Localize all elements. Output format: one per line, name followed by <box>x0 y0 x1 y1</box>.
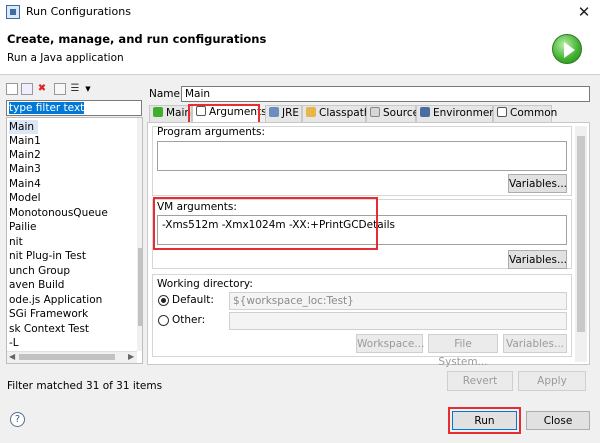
tree-item[interactable]: Main4 <box>9 177 41 191</box>
config-toolbar: ✖ ☰ ▼ <box>6 83 144 99</box>
filter-config-icon[interactable]: ☰ <box>69 83 81 95</box>
default-label: Default: <box>172 294 214 306</box>
tree-item[interactable]: MonotonousQueue <box>9 206 108 220</box>
dialog-header: Create, manage, and run configurations R… <box>0 24 600 75</box>
tab-main[interactable]: Main <box>149 105 192 122</box>
tree-item[interactable]: unch Group <box>9 264 70 278</box>
tree-horizontal-scroll-thumb[interactable] <box>19 354 115 360</box>
tab-classpath[interactable]: Classpath <box>302 105 371 122</box>
eclipse-window-icon <box>6 5 20 19</box>
help-icon[interactable]: ? <box>10 412 25 427</box>
other-label: Other: <box>172 314 206 326</box>
tree-item[interactable]: SGi Framework <box>9 307 88 321</box>
tree-item[interactable]: sk Context Test <box>9 322 89 336</box>
classpath-tab-icon <box>306 107 316 117</box>
common-tab-icon <box>497 107 507 117</box>
new-config-icon[interactable] <box>6 83 18 95</box>
filter-status: Filter matched 31 of 31 items <box>7 380 163 392</box>
scroll-right-icon[interactable]: ▶ <box>128 352 134 361</box>
tree-item[interactable]: Main3 <box>9 162 41 176</box>
directory-variables-button[interactable]: Variables... <box>503 334 567 353</box>
working-directory-label: Working directory: <box>157 278 253 290</box>
tree-item[interactable]: nit Plug-in Test <box>9 249 86 263</box>
workspace-button[interactable]: Workspace... <box>356 334 424 353</box>
header-subtitle: Run a Java application <box>7 52 124 64</box>
tree-item[interactable]: Main2 <box>9 148 41 162</box>
vm-variables-button[interactable]: Variables... <box>508 250 567 269</box>
program-arguments-field[interactable] <box>157 141 567 171</box>
tree-item[interactable]: Main1 <box>9 134 41 148</box>
tree-vertical-scroll-thumb[interactable] <box>138 248 142 326</box>
tab-jre[interactable]: JRE <box>265 105 302 122</box>
main-tab-icon <box>153 107 163 117</box>
name-label: Name: <box>149 88 184 100</box>
run-icon <box>552 34 582 64</box>
close-button[interactable]: Close <box>526 411 590 430</box>
collapse-all-icon[interactable] <box>54 83 66 95</box>
run-button[interactable]: Run <box>452 411 517 430</box>
duplicate-config-icon[interactable] <box>21 83 33 95</box>
program-variables-button[interactable]: Variables... <box>508 174 567 193</box>
tree-item[interactable]: Model <box>9 191 41 205</box>
program-arguments-label: Program arguments: <box>157 126 265 138</box>
config-tree[interactable]: Main Main1 Main2 Main3 Main4 Model Monot… <box>6 117 143 364</box>
apply-button[interactable]: Apply <box>518 371 586 391</box>
name-field[interactable]: Main <box>181 86 590 102</box>
filter-text: type filter text <box>9 102 85 114</box>
other-directory-field <box>229 312 567 330</box>
delete-config-icon[interactable]: ✖ <box>36 83 48 95</box>
filter-input[interactable]: type filter text <box>6 100 142 116</box>
tree-item[interactable]: aven Build <box>9 278 64 292</box>
file-system-button[interactable]: File System... <box>428 334 498 368</box>
revert-button[interactable]: Revert <box>447 371 513 391</box>
tab-source[interactable]: Source <box>366 105 419 122</box>
vm-arguments-highlight <box>153 197 378 250</box>
tree-item[interactable]: nit <box>9 235 23 249</box>
tree-item[interactable]: ode.js Application <box>9 293 102 307</box>
close-window-button[interactable]: ✕ <box>573 2 595 22</box>
tree-item[interactable]: Pailie <box>9 220 37 234</box>
tab-common[interactable]: Common <box>493 105 557 122</box>
source-tab-icon <box>370 107 380 117</box>
tree-item-main[interactable]: Main <box>9 120 39 134</box>
window-title: Run Configurations <box>26 5 131 18</box>
environment-tab-icon <box>420 107 430 117</box>
title-bar: Run Configurations ✕ <box>0 0 600 24</box>
scroll-left-icon[interactable]: ◀ <box>9 352 15 361</box>
other-radio[interactable] <box>158 315 169 326</box>
tab-environment[interactable]: Environment <box>416 105 500 122</box>
default-radio[interactable] <box>158 295 169 306</box>
chevron-down-icon[interactable]: ▼ <box>82 83 94 95</box>
tree-item[interactable]: -L <box>9 336 19 350</box>
panel-scroll-thumb[interactable] <box>577 136 585 332</box>
header-title: Create, manage, and run configurations <box>7 32 267 46</box>
jre-tab-icon <box>269 107 279 117</box>
default-directory-field: ${workspace_loc:Test} <box>229 292 567 310</box>
